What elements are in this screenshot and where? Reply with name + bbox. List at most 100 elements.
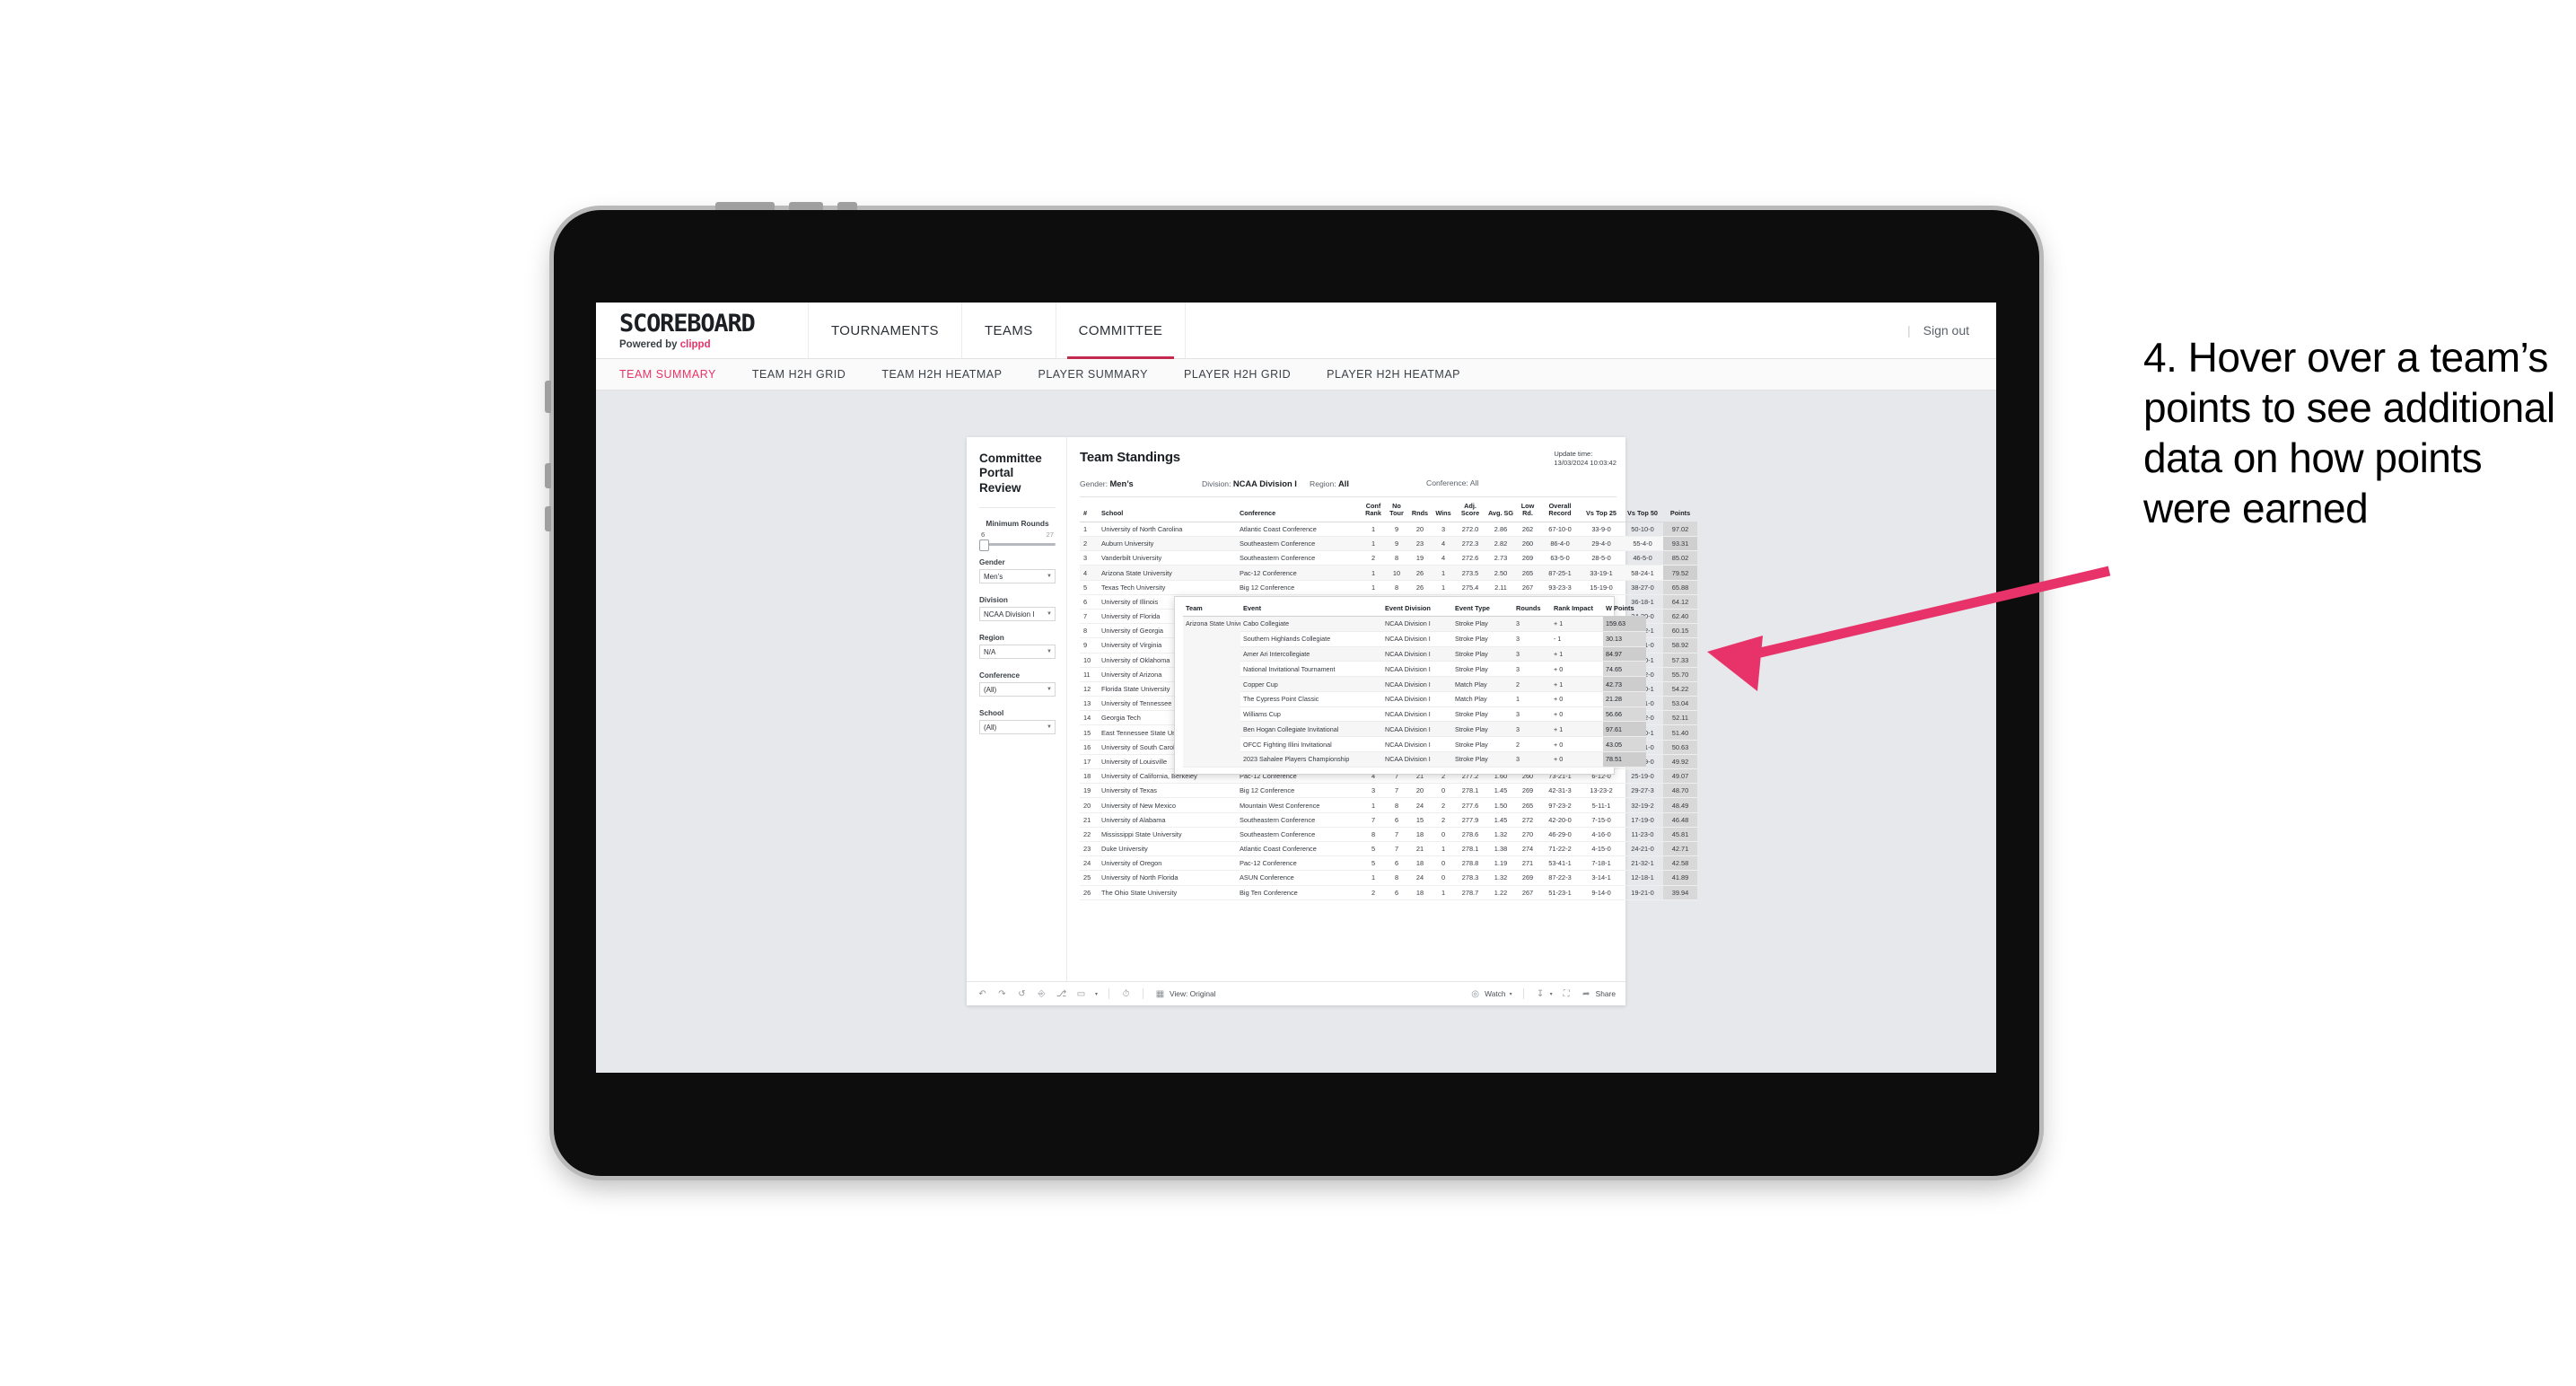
- cell-cr: 1: [1362, 870, 1385, 886]
- table-row[interactable]: 25 University of North Florida ASUN Confer…: [1080, 870, 1697, 886]
- cell-pts[interactable]: 49.92: [1663, 754, 1697, 770]
- col-wins[interactable]: Wins: [1432, 498, 1455, 522]
- cell-pts[interactable]: 85.02: [1663, 550, 1697, 566]
- cell-sg: 1.50: [1485, 797, 1516, 813]
- device-chevron-down-icon[interactable]: ▾: [1095, 991, 1098, 997]
- tab-team-h2h-heatmap[interactable]: TEAM H2H HEATMAP: [881, 368, 1002, 381]
- table-row[interactable]: 1 University of North Carolina Atlantic Co…: [1080, 522, 1697, 538]
- revert-icon[interactable]: ↺: [1016, 988, 1028, 1000]
- col-avg-sg[interactable]: Avg. SG: [1485, 498, 1516, 522]
- cell-low: 265: [1516, 565, 1539, 581]
- table-row[interactable]: 20 University of New Mexico Mountain West …: [1080, 797, 1697, 813]
- cell-conf: Big Ten Conference: [1238, 885, 1362, 900]
- table-row[interactable]: 23 Duke University Atlantic Coast Conferen…: [1080, 841, 1697, 857]
- col-vs-top-25[interactable]: Vs Top 25: [1581, 498, 1622, 522]
- top-nav-item-committee[interactable]: COMMITTEE: [1056, 303, 1187, 359]
- minimum-rounds-slider-handle[interactable]: [979, 539, 989, 552]
- col-overall-record[interactable]: Overall Record: [1539, 498, 1581, 522]
- tab-team-h2h-grid[interactable]: TEAM H2H GRID: [752, 368, 846, 381]
- cell-school: University of Oregon: [1100, 855, 1238, 872]
- cell-pts[interactable]: 53.04: [1663, 696, 1697, 712]
- download-button[interactable]: ↧ ▾: [1535, 988, 1553, 1000]
- col-no-tour[interactable]: No Tour: [1385, 498, 1408, 522]
- filter-school: School (All) ▼: [979, 709, 1056, 735]
- redo-icon[interactable]: ↷: [996, 988, 1008, 1000]
- cell-school: The Ohio State University: [1100, 885, 1238, 900]
- filter-division-select[interactable]: NCAA Division I ▼: [979, 607, 1056, 622]
- viz-bottom-toolbar: ↶ ↷ ↺ ⎆ ⎇ ▭ ▾ ⏱ ▦ View: Original ◎ Watch…: [967, 981, 1625, 1005]
- cell-rank: 15: [1080, 724, 1100, 741]
- table-row[interactable]: 24 University of Oregon Pac-12 Conference 5…: [1080, 855, 1697, 872]
- filter-minimum-rounds: Minimum Rounds 6 27: [979, 519, 1056, 552]
- filter-school-select[interactable]: (All) ▼: [979, 720, 1056, 735]
- view-original-button[interactable]: ▦ View: Original: [1154, 988, 1216, 1000]
- sign-out-link[interactable]: Sign out: [1923, 323, 1969, 338]
- cell-pts[interactable]: 50.63: [1663, 740, 1697, 755]
- cell-pts[interactable]: 49.07: [1663, 768, 1697, 785]
- table-row[interactable]: 22 Mississippi State University Southeaste…: [1080, 827, 1697, 842]
- top-nav-item-tournaments[interactable]: TOURNAMENTS: [809, 303, 962, 358]
- table-row[interactable]: 5 Texas Tech University Big 12 Conference 1…: [1080, 580, 1697, 595]
- cell-t25: 7-18-1: [1581, 855, 1622, 872]
- cell-t25: 4-15-0: [1581, 841, 1622, 857]
- share-button[interactable]: ➦ Share: [1581, 988, 1616, 1000]
- cell-pts[interactable]: 93.31: [1663, 536, 1697, 552]
- col-rnds[interactable]: Rnds: [1408, 498, 1432, 522]
- cell-pts[interactable]: 45.81: [1663, 827, 1697, 842]
- tooltip-col-rounds: Rounds: [1513, 602, 1551, 617]
- table-row[interactable]: 19 University of Texas Big 12 Conference 3 7…: [1080, 783, 1697, 799]
- table-row[interactable]: 26 The Ohio State University Big Ten Confe…: [1080, 885, 1697, 900]
- cell-rnds: 19: [1408, 550, 1432, 566]
- col-adj-score[interactable]: Adj. Score: [1455, 498, 1485, 522]
- refresh-icon[interactable]: ⎆: [1036, 988, 1047, 1000]
- col-school[interactable]: School: [1100, 498, 1238, 522]
- cell-pts[interactable]: 48.49: [1663, 797, 1697, 813]
- watch-button[interactable]: ◎ Watch ▾: [1469, 988, 1511, 1000]
- device-icon[interactable]: ▭: [1075, 988, 1087, 1000]
- cell-wins: 0: [1432, 855, 1455, 872]
- pause-icon[interactable]: ⎇: [1056, 988, 1067, 1000]
- report-meta: Gender: Men’s Division: NCAA Division I …: [1080, 478, 1617, 488]
- cell-pts[interactable]: 97.02: [1663, 522, 1697, 538]
- cell-school: Arizona State University: [1100, 565, 1238, 581]
- col-conference[interactable]: Conference: [1238, 498, 1362, 522]
- tooltip-cell-type: Stroke Play: [1452, 706, 1513, 723]
- cell-low: 267: [1516, 885, 1539, 900]
- tab-team-summary[interactable]: TEAM SUMMARY: [619, 368, 716, 381]
- top-nav-item-teams[interactable]: TEAMS: [962, 303, 1056, 358]
- filter-gender-label: Gender: [979, 558, 1005, 567]
- col-vs-top-50[interactable]: Vs Top 50: [1622, 498, 1663, 522]
- tab-player-summary[interactable]: PLAYER SUMMARY: [1038, 368, 1148, 381]
- table-row[interactable]: 3 Vanderbilt University Southeastern Confe…: [1080, 550, 1697, 566]
- cell-pts[interactable]: 41.89: [1663, 870, 1697, 886]
- filter-region-select[interactable]: N/A ▼: [979, 645, 1056, 660]
- fullscreen-icon[interactable]: ⛶: [1561, 988, 1573, 1000]
- cell-pts[interactable]: 51.40: [1663, 724, 1697, 741]
- table-row[interactable]: 21 University of Alabama Southeastern Conf…: [1080, 812, 1697, 828]
- table-row[interactable]: 4 Arizona State University Pac-12 Conferen…: [1080, 565, 1697, 581]
- cell-sg: 1.19: [1485, 855, 1516, 872]
- table-row[interactable]: 2 Auburn University Southeastern Conferenc…: [1080, 536, 1697, 552]
- filter-gender-select[interactable]: Men’s ▼: [979, 569, 1056, 584]
- cell-rec: 46-29-0: [1539, 827, 1581, 842]
- col-conf-rank[interactable]: Conf Rank: [1362, 498, 1385, 522]
- cell-wins: 2: [1432, 812, 1455, 828]
- cell-pts[interactable]: 48.70: [1663, 783, 1697, 799]
- undo-icon[interactable]: ↶: [977, 988, 988, 1000]
- filter-conference-select[interactable]: (All) ▼: [979, 682, 1056, 697]
- col-points[interactable]: Points: [1663, 498, 1697, 522]
- tooltip-cell-impact: + 0: [1551, 661, 1603, 678]
- tab-player-h2h-heatmap[interactable]: PLAYER H2H HEATMAP: [1327, 368, 1460, 381]
- col-rank[interactable]: #: [1080, 498, 1100, 522]
- history-icon[interactable]: ⏱: [1120, 988, 1132, 1000]
- cell-pts[interactable]: 52.11: [1663, 710, 1697, 726]
- cell-pts[interactable]: 39.94: [1663, 885, 1697, 900]
- col-low-rd[interactable]: Low Rd.: [1516, 498, 1539, 522]
- cell-t25: 9-14-0: [1581, 885, 1622, 900]
- minimum-rounds-slider[interactable]: [979, 539, 1056, 552]
- brand-logo[interactable]: SCOREBOARD Powered by clippd: [596, 303, 809, 358]
- cell-pts[interactable]: 46.48: [1663, 812, 1697, 828]
- cell-pts[interactable]: 42.71: [1663, 841, 1697, 857]
- tab-player-h2h-grid[interactable]: PLAYER H2H GRID: [1184, 368, 1291, 381]
- cell-pts[interactable]: 42.58: [1663, 855, 1697, 872]
